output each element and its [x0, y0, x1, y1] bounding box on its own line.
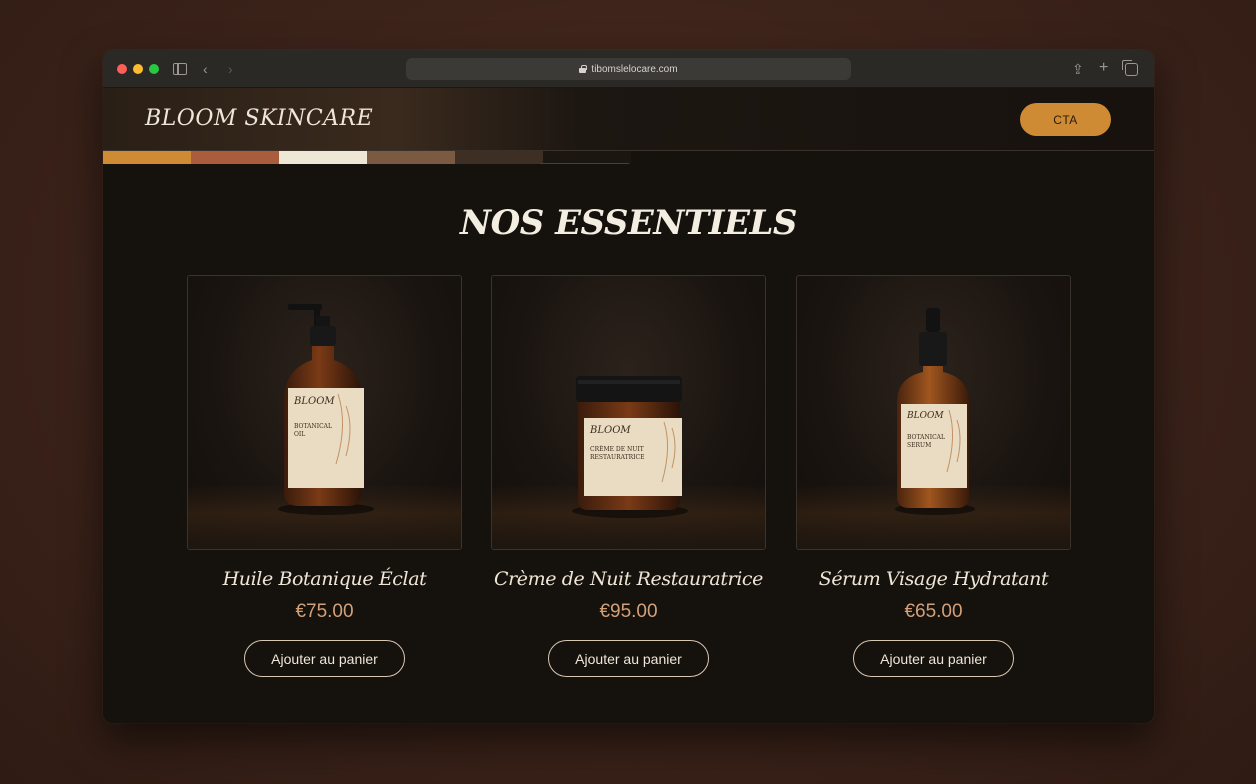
- close-window-button[interactable]: [117, 64, 127, 74]
- add-to-cart-button[interactable]: Ajouter au panier: [853, 640, 1014, 677]
- jar-illustration: [572, 376, 688, 518]
- product-name[interactable]: Crème de Nuit Restauratrice: [491, 568, 766, 590]
- product-image[interactable]: BLOOM BOTANICAL OIL: [187, 275, 462, 550]
- brand-logo[interactable]: BLOOM SKINCARE: [145, 106, 373, 131]
- tabs-overview-icon[interactable]: [1122, 60, 1138, 76]
- cta-button[interactable]: CTA: [1020, 103, 1111, 136]
- palette-divider: [540, 163, 629, 164]
- product-card: BLOOM BOTANICAL OIL Huile Botanique Écla…: [187, 275, 462, 677]
- add-to-cart-button[interactable]: Ajouter au panier: [244, 640, 405, 677]
- browser-toolbar: ‹ › tibomslelocare.com ⇪ +: [103, 50, 1154, 88]
- product-price: €95.00: [599, 601, 658, 622]
- url-text: tibomslelocare.com: [591, 63, 678, 75]
- product-price: €65.00: [904, 601, 963, 622]
- sidebar-icon[interactable]: [173, 63, 187, 75]
- share-icon[interactable]: ⇪: [1072, 60, 1084, 78]
- palette-swatch: [103, 151, 191, 164]
- product-image[interactable]: BLOOM BOTANICAL SERUM: [796, 275, 1071, 550]
- product-price: €75.00: [295, 601, 354, 622]
- label-line: OIL: [294, 431, 306, 438]
- product-name[interactable]: Huile Botanique Éclat: [187, 568, 462, 590]
- address-bar[interactable]: tibomslelocare.com: [406, 58, 851, 80]
- label-line: RESTAURATRICE: [590, 454, 645, 461]
- minimize-window-button[interactable]: [133, 64, 143, 74]
- palette-swatch: [455, 151, 543, 164]
- back-icon[interactable]: ‹: [203, 60, 208, 78]
- product-card: BLOOM CRÈME DE NUIT RESTAURATRICE Crème …: [491, 275, 766, 677]
- lock-icon: [579, 65, 587, 73]
- forward-icon[interactable]: ›: [228, 60, 233, 78]
- product-image[interactable]: BLOOM CRÈME DE NUIT RESTAURATRICE: [491, 275, 766, 550]
- label-line: CRÈME DE NUIT: [590, 446, 644, 453]
- browser-window: ‹ › tibomslelocare.com ⇪ + BLOOM SKINCAR…: [103, 50, 1154, 723]
- label-line: BOTANICAL: [907, 434, 945, 441]
- palette-swatch: [279, 151, 367, 164]
- palette-swatch: [367, 151, 455, 164]
- label-brand: BLOOM: [590, 425, 631, 436]
- section-title: NOS ESSENTIELS: [460, 203, 797, 243]
- label-brand: BLOOM: [907, 411, 944, 421]
- palette-swatch: [191, 151, 279, 164]
- add-to-cart-button[interactable]: Ajouter au panier: [548, 640, 709, 677]
- pump-bottle-illustration: [278, 304, 374, 515]
- label-line: SERUM: [907, 442, 932, 449]
- label-brand: BLOOM: [294, 396, 335, 407]
- product-name[interactable]: Sérum Visage Hydratant: [796, 568, 1071, 590]
- new-tab-icon[interactable]: +: [1099, 59, 1108, 77]
- site-header: BLOOM SKINCARE CTA: [103, 88, 1154, 151]
- maximize-window-button[interactable]: [149, 64, 159, 74]
- label-line: BOTANICAL: [294, 423, 332, 430]
- product-card: BLOOM BOTANICAL SERUM Sérum Visage Hydra…: [796, 275, 1071, 677]
